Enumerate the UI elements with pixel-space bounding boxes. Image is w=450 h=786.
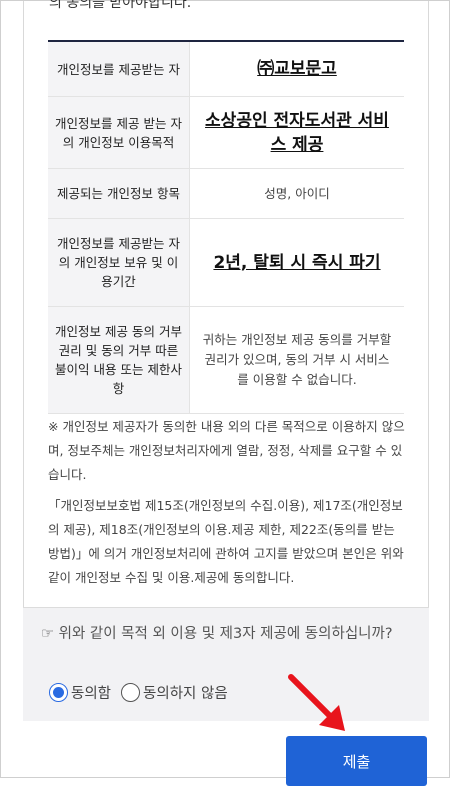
row-value: 성명, 아이디 [264, 185, 330, 201]
table-row: 개인정보를 제공받는 자의 개인정보 보유 및 이용기간 2년, 탈퇴 시 즉시… [48, 219, 404, 307]
submit-button[interactable]: 제출 [286, 736, 427, 786]
page-frame: 의 동의를 받아야합니다. 개인정보를 제공받는 자 ㈜교보문고 개인정보를 제… [0, 0, 450, 786]
red-arrow-icon [288, 674, 345, 731]
row-label: 개인정보를 제공받는 자 [48, 42, 190, 96]
row-label: 개인정보를 제공받는 자의 개인정보 보유 및 이용기간 [48, 219, 190, 306]
disagree-radio[interactable] [121, 683, 141, 702]
row-value: ㈜교보문고 [257, 59, 337, 79]
agree-option[interactable]: 동의함 [49, 682, 111, 703]
consent-question-box: ☞ 위와 같이 목적 외 이용 및 제3자 제공에 동의하십니까? 동의함 동의… [23, 607, 429, 721]
table-row: 제공되는 개인정보 항목 성명, 아이디 [48, 169, 404, 219]
row-label: 제공되는 개인정보 항목 [48, 169, 190, 218]
consent-question: ☞ 위와 같이 목적 외 이용 및 제3자 제공에 동의하십니까? [41, 626, 393, 642]
row-value: 귀하는 개인정보 제공 동의를 거부할 권리가 있으며, 동의 거부 시 서비스… [202, 332, 392, 387]
agree-radio[interactable] [49, 683, 68, 702]
agree-label: 동의함 [71, 686, 112, 702]
disagree-option[interactable]: 동의하지 않음 [121, 682, 228, 703]
row-label: 개인정보 제공 동의 거부 권리 및 동의 거부 따른 불이익 내용 또는 제한… [48, 307, 190, 413]
row-label: 개인정보를 제공 받는 자의 개인정보 이용목적 [48, 97, 190, 168]
consent-radio-group: 동의함 동의하지 않음 [49, 682, 238, 703]
intro-text: 의 동의를 받아야합니다. [49, 0, 192, 11]
consent-table: 개인정보를 제공받는 자 ㈜교보문고 개인정보를 제공 받는 자의 개인정보 이… [48, 40, 404, 414]
table-row: 개인정보를 제공받는 자 ㈜교보문고 [48, 42, 404, 97]
notice-text: ※ 개인정보 제공자가 동의한 내용 외의 다른 목적으로 이용하지 않으며, … [48, 419, 405, 482]
row-value: 2년, 탈퇴 시 즉시 파기 [213, 252, 381, 273]
table-row: 개인정보를 제공 받는 자의 개인정보 이용목적 소상공인 전자도서관 서비스 … [48, 97, 404, 169]
law-consent-text: 「개인정보보호법 제15조(개인정보의 수집.이용), 제17조(개인정보의 제… [48, 498, 404, 585]
table-row: 개인정보 제공 동의 거부 권리 및 동의 거부 따른 불이익 내용 또는 제한… [48, 307, 404, 414]
disagree-label: 동의하지 않음 [143, 686, 228, 702]
row-value: 소상공인 전자도서관 서비스 제공 [205, 110, 389, 155]
